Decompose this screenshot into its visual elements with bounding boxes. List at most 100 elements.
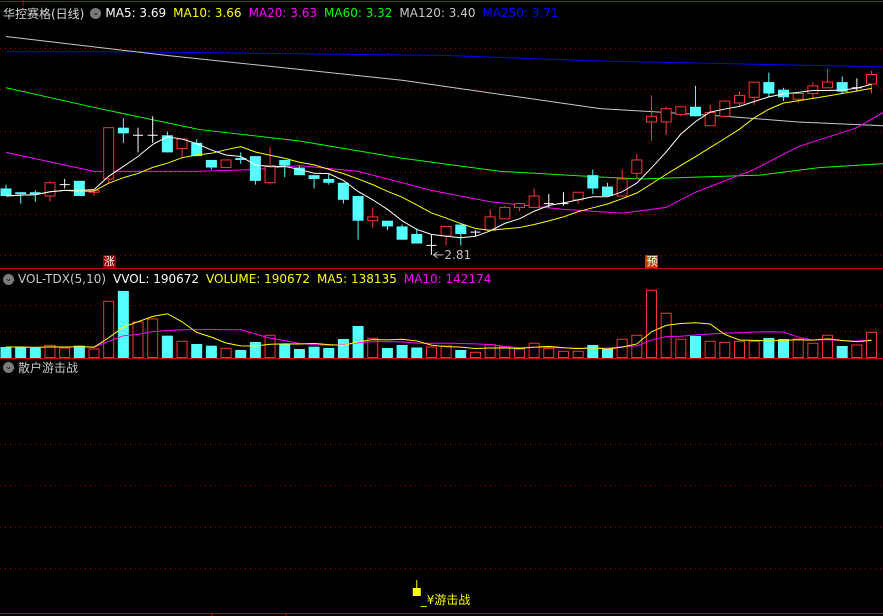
candle-down	[455, 224, 467, 235]
volume-bar-up	[851, 344, 863, 358]
candle-up	[675, 106, 687, 115]
candle-down	[381, 220, 393, 227]
volume-bar-up	[425, 346, 437, 359]
vvol-readout: VVOL: 190672	[113, 272, 200, 286]
candle-up	[822, 81, 834, 89]
ma10-line	[5, 87, 872, 231]
volume-bar-down	[161, 335, 173, 358]
volume-bar-up	[543, 347, 555, 359]
candle-up	[631, 159, 643, 174]
volume-panel-header: ⌄ VOL-TDX(5,10) VVOL: 190672 VOLUME: 190…	[3, 271, 498, 287]
chart-canvas[interactable]: 2.81	[0, 0, 883, 616]
candle-down	[0, 188, 12, 197]
indicator-title: 散户游击战	[18, 360, 79, 375]
signal-block	[412, 588, 421, 596]
candle-up	[367, 216, 379, 222]
volume-bar-up	[88, 348, 100, 359]
volume-bar-up	[59, 347, 71, 358]
volume-bar-up	[176, 340, 188, 359]
candle-down	[323, 178, 335, 183]
volume-bar-down	[205, 345, 217, 358]
signal-marker: 涨	[102, 255, 116, 268]
volume-bar-up	[220, 347, 232, 359]
volume-bar-up	[528, 342, 540, 359]
candle-down	[601, 186, 613, 197]
stock-title: 华控赛格(日线)	[3, 6, 85, 21]
vol-ma10-readout: MA10: 142174	[403, 272, 492, 286]
volume-bar-up	[572, 350, 584, 358]
volume-bar-down	[587, 344, 599, 358]
signal-label: _¥游击战	[420, 593, 471, 607]
volume-bar-down	[0, 346, 12, 358]
volume-bar-up	[719, 341, 731, 358]
candle-up	[44, 182, 56, 197]
candle-down	[352, 196, 364, 221]
ma120-line	[5, 36, 883, 127]
volume-bar-up	[440, 345, 452, 358]
volume-bar-up	[132, 321, 144, 358]
volume-bar-down	[73, 345, 85, 358]
volume-bar-down	[836, 345, 848, 358]
volume-bar-down	[778, 338, 790, 358]
candle-down	[205, 159, 217, 168]
volume-bar-up	[469, 351, 481, 358]
chevron-down-icon[interactable]: ⌄	[3, 273, 14, 285]
candle-down	[763, 82, 775, 94]
volume-bar-down	[323, 347, 335, 358]
low-price-label: 2.81	[444, 248, 471, 262]
indicator-panel-header: ⌄ 散户游击战	[3, 359, 85, 375]
ma5-readout: MA5: 3.69	[105, 6, 167, 20]
candle-down	[279, 159, 291, 166]
volume-bar-down	[29, 347, 41, 358]
ma10-readout: MA10: 3.66	[173, 6, 242, 20]
volume-bar-down	[455, 349, 467, 358]
ma20-line	[5, 112, 883, 214]
candle-down	[308, 175, 320, 179]
candle-up	[660, 108, 672, 123]
volume-bar-up	[748, 340, 760, 359]
volume-bar-up	[704, 340, 716, 359]
candle-up	[734, 94, 745, 104]
volume-bar-up	[660, 312, 672, 359]
volume-bar-down	[308, 346, 320, 358]
volume-bar-down	[396, 344, 408, 358]
volume-bar-down	[191, 343, 203, 358]
volume-bar-up	[645, 289, 657, 358]
candle-up	[748, 81, 760, 98]
volume-bar-down	[293, 348, 305, 358]
candle-down	[587, 175, 599, 189]
candle-up	[528, 195, 540, 208]
candle-down	[337, 182, 349, 200]
candle-down	[117, 127, 129, 134]
candle-up	[484, 216, 496, 231]
volume-bar-down	[279, 343, 291, 358]
candle-up	[440, 225, 452, 237]
volume-bar-up	[675, 338, 687, 358]
ma120-readout: MA120: 3.40	[399, 6, 476, 20]
price-panel-header: 华控赛格(日线) ⌄ MA5: 3.69 MA10: 3.66 MA20: 3.…	[3, 5, 566, 21]
ma250-readout: MA250: 3.71	[482, 6, 559, 20]
volume-bar-down	[411, 347, 423, 358]
volume-bar-down	[235, 349, 247, 358]
volume-bar-up	[866, 331, 878, 358]
candle-down	[689, 106, 701, 117]
candle-up	[866, 73, 878, 85]
volume-bar-up	[367, 337, 379, 359]
ma60-readout: MA60: 3.32	[324, 6, 393, 20]
volume-bar-down	[381, 347, 393, 358]
candle-up	[220, 159, 232, 169]
volume-bar-up	[147, 318, 159, 359]
volume-bar-up	[734, 340, 745, 359]
volume-indicator-title: VOL-TDX(5,10)	[18, 272, 107, 286]
chevron-down-icon[interactable]: ⌄	[3, 361, 14, 373]
candle-down	[15, 192, 27, 195]
volume-bar-down	[117, 290, 129, 358]
volume-bar-up	[484, 344, 496, 358]
candle-up	[792, 92, 804, 100]
vol-ma5-readout: MA5: 138135	[316, 272, 397, 286]
volume-readout: VOLUME: 190672	[206, 272, 310, 286]
candle-up	[807, 85, 819, 94]
candle-up	[103, 127, 115, 180]
chevron-down-icon[interactable]: ⌄	[90, 7, 102, 19]
stock-chart-window: 2.81 华控赛格(日线) ⌄ MA5: 3.69 MA10: 3.66 MA2…	[0, 0, 883, 616]
